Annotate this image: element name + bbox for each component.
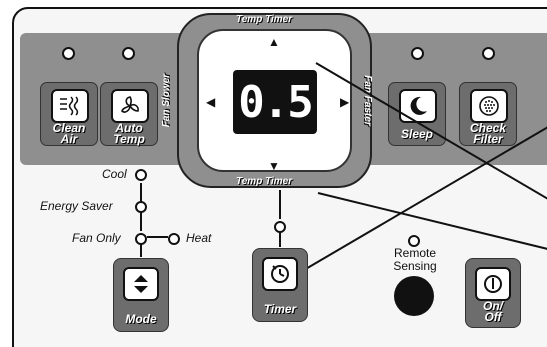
fan-only-led [135,233,147,245]
energy-saver-led [135,201,147,213]
timer-icon [262,257,298,291]
mode-label: Mode [125,312,157,326]
remote-sensor [394,276,434,316]
timer-label: Timer [263,302,297,316]
heat-led [168,233,180,245]
timer-led [274,221,286,233]
power-label-line2: Off [484,310,502,324]
timer-button[interactable]: Timer [252,248,308,322]
remote-sensing-label: Remote Sensing [386,247,444,273]
power-icon [475,267,511,301]
mode-button[interactable]: Mode [113,258,169,332]
power-label: On/ Off [466,300,520,324]
control-panel-diagram: Clean Air Auto Temp Sleep Check Filter T… [0,0,547,347]
remote-sensing-line2: Sensing [393,259,437,273]
power-button[interactable]: On/ Off [465,258,521,328]
up-down-icon [123,267,159,301]
cool-led [135,169,147,181]
